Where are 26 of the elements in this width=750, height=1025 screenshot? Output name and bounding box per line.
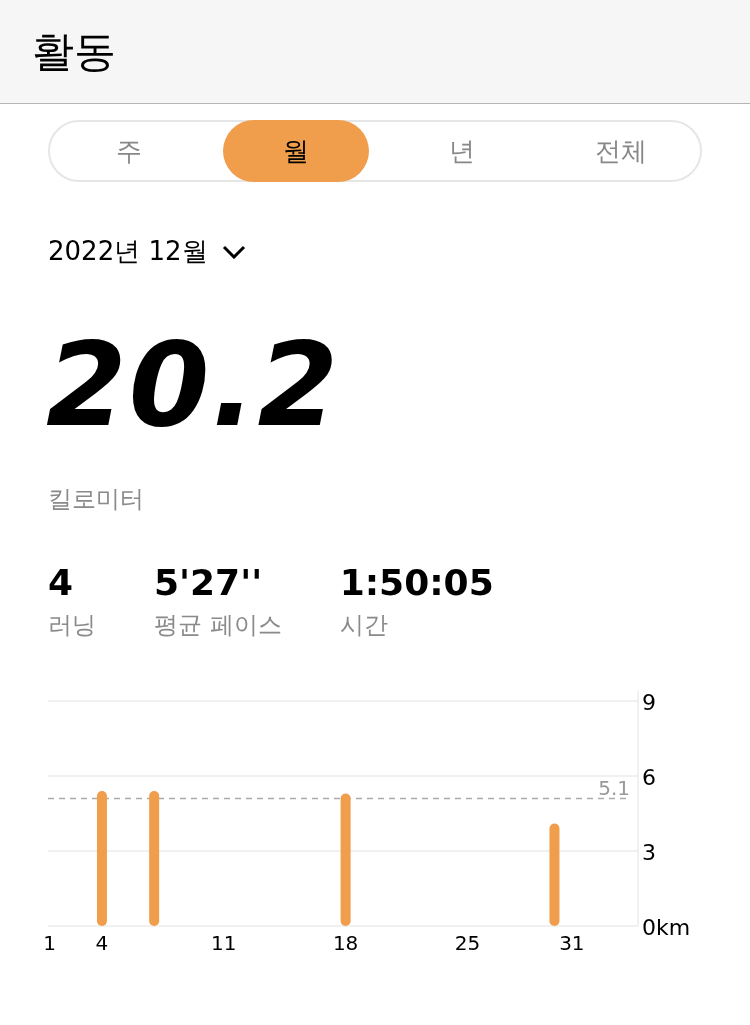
stat-label: 평균 페이스 bbox=[154, 609, 282, 641]
average-label: 5.1 bbox=[598, 775, 630, 800]
tab[interactable]: 년 bbox=[382, 120, 542, 182]
axis-label: 6 bbox=[642, 764, 656, 790]
axis-label: 1 bbox=[43, 930, 57, 953]
stat-label: 러닝 bbox=[48, 609, 96, 641]
period-label[interactable]: 2022년 12월 bbox=[48, 234, 208, 269]
axis-label: 0km bbox=[642, 914, 691, 940]
distance-unit: 킬로미터 bbox=[48, 484, 145, 515]
axis-label: 25 bbox=[454, 930, 481, 953]
stat-value: 1:50:05 bbox=[339, 563, 494, 603]
total-distance: 20.2 bbox=[46, 327, 342, 443]
chevron-down-icon[interactable] bbox=[221, 244, 246, 259]
axis-label: 4 bbox=[95, 930, 109, 953]
axis-label: 11 bbox=[211, 930, 237, 953]
tab[interactable]: 월 bbox=[222, 120, 369, 182]
axis-label: 18 bbox=[332, 930, 359, 953]
axis-label: 9 bbox=[642, 690, 656, 715]
axis-label: 31 bbox=[559, 930, 585, 953]
tab[interactable]: 주 bbox=[50, 120, 209, 182]
tab[interactable]: 전체 bbox=[541, 120, 700, 182]
screen-title: 활동 bbox=[32, 25, 116, 78]
stat-value: 4 bbox=[48, 563, 75, 603]
stat-label: 시간 bbox=[339, 609, 389, 641]
stat-value: 5'27'' bbox=[154, 563, 264, 603]
axis-label: 3 bbox=[642, 839, 656, 865]
